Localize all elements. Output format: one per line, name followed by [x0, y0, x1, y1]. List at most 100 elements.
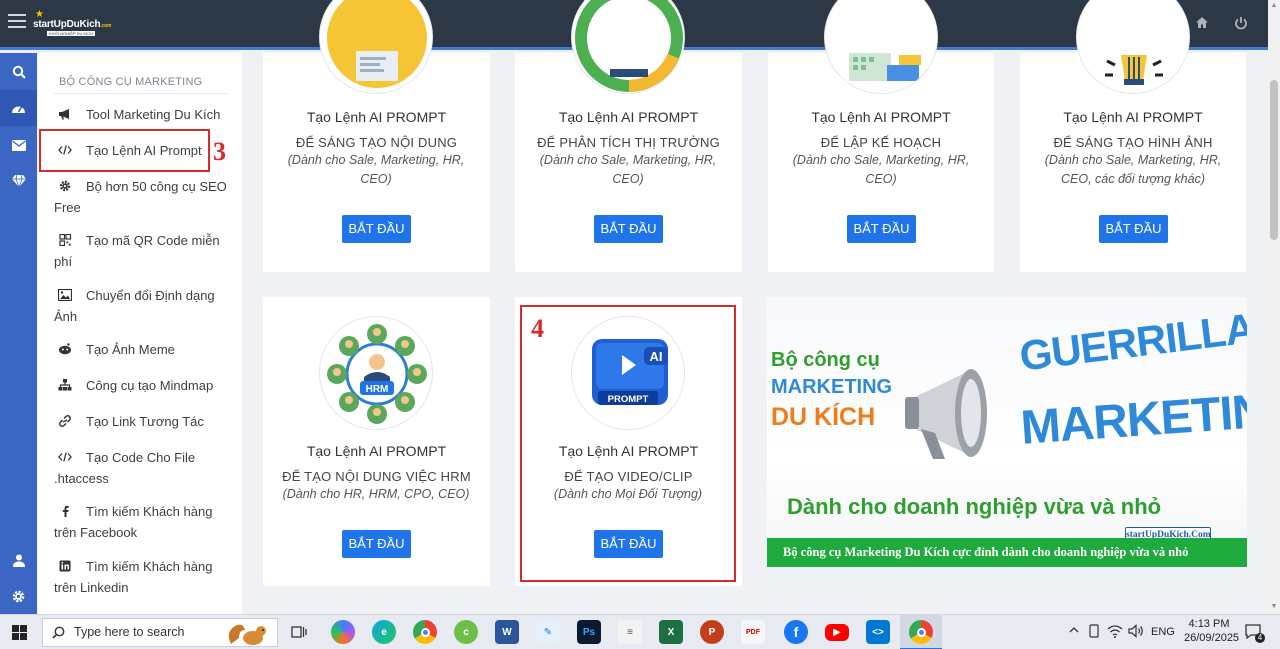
- page-scrollbar[interactable]: ▲ ▼: [1268, 0, 1280, 614]
- site-logo[interactable]: ★ startUpDuKich.com KHỞI NGHIỆP DU KÍCH: [33, 9, 115, 39]
- windows-start-icon[interactable]: [12, 625, 27, 640]
- sidebar-item-label: Tạo Ảnh Meme: [86, 342, 175, 357]
- sidebar-item-label: Tạo Code Cho File .htaccess: [54, 450, 196, 486]
- megaphone-icon: [905, 369, 987, 459]
- tray-device-icon[interactable]: [1088, 624, 1100, 641]
- task-view-icon[interactable]: [291, 624, 307, 640]
- sidebar-item-label: Tìm kiếm Khách hàng trên Facebook: [54, 504, 213, 540]
- rail-diamond-icon[interactable]: [0, 163, 37, 199]
- linkedin-icon: [59, 560, 71, 572]
- card-title: Tạo Lệnh AI PROMPT: [558, 109, 699, 125]
- start-button[interactable]: BẮT ĐẦU: [594, 215, 663, 243]
- card-subtitle: ĐỂ TẠO NỘI DUNG VIỆC HRM: [282, 469, 471, 484]
- banner-line3: DU KÍCH: [771, 403, 876, 431]
- notepad-app-icon[interactable]: ≡: [618, 620, 642, 644]
- annotation-number-3: 3: [213, 137, 226, 166]
- card-title: Tạo Lệnh AI PROMPT: [811, 109, 951, 125]
- start-button[interactable]: BẮT ĐẦU: [1099, 215, 1168, 243]
- market-analysis-illustration-icon: [571, 0, 685, 94]
- word-app-icon[interactable]: W: [495, 620, 519, 644]
- tray-clock[interactable]: 4:13 PM 26/09/2025: [1184, 618, 1240, 644]
- prompt-card-planning: Tạo Lệnh AI PROMPT ĐỂ LẬP KẾ HOẠCH (Dành…: [768, 0, 994, 272]
- active-chrome-taskbar-button[interactable]: [900, 615, 942, 649]
- annotation-highlight-box-3: [39, 129, 210, 172]
- photoshop-app-icon[interactable]: Ps: [577, 620, 601, 644]
- sidebar-item-label: Công cụ tạo Mindmap: [86, 378, 214, 393]
- youtube-app-icon[interactable]: ▶: [825, 624, 849, 641]
- sidebar-item-seo-tools[interactable]: Bộ hơn 50 công cụ SEO Free: [54, 176, 234, 218]
- tray-wifi-icon[interactable]: [1107, 624, 1123, 641]
- prompt-card-content: Tạo Lệnh AI PROMPT ĐỂ SÁNG TẠO NỘI DUNG …: [263, 0, 490, 272]
- logo-text: startUpDuKich: [33, 19, 101, 30]
- qr-icon: [59, 234, 72, 246]
- guerrilla-marketing-banner[interactable]: Bộ công cụ MARKETING DU KÍCH GUERRILLA M…: [767, 297, 1247, 567]
- hrm-illustration-icon: HRM: [319, 316, 433, 430]
- sidebar-item-label: Tạo mã QR Code miễn phí: [54, 233, 220, 269]
- annotation-highlight-box-4: [520, 305, 736, 582]
- card-title: Tạo Lệnh AI PROMPT: [306, 443, 447, 459]
- gear-icon: [59, 180, 71, 192]
- sidebar-item-label: Tìm kiếm Khách hàng trên Linkedin: [54, 559, 213, 595]
- reddit-icon: [59, 343, 71, 355]
- vscode-app-icon[interactable]: <>: [866, 620, 890, 644]
- edge-app-icon[interactable]: e: [372, 620, 396, 644]
- card-audience: (Dành cho Sale, Marketing, HR, CEO): [792, 153, 970, 186]
- tray-language[interactable]: ENG: [1151, 626, 1175, 638]
- planning-illustration-icon: [824, 0, 938, 94]
- card-subtitle: ĐỂ SÁNG TẠO HÌNH ẢNH: [1053, 135, 1213, 150]
- taskbar-search-input[interactable]: Type here to search: [42, 618, 278, 647]
- start-button[interactable]: BẮT ĐẦU: [342, 215, 411, 243]
- sitemap-icon: [58, 379, 72, 391]
- card-title: Tạo Lệnh AI PROMPT: [1063, 109, 1203, 125]
- sidebar-item-tool-marketing[interactable]: Tool Marketing Du Kích: [54, 104, 234, 125]
- sidebar-item-facebook-search[interactable]: Tìm kiếm Khách hàng trên Facebook: [54, 501, 234, 543]
- start-button[interactable]: BẮT ĐẦU: [342, 530, 411, 558]
- code-icon: [58, 452, 72, 462]
- hamburger-menu-icon[interactable]: [8, 14, 26, 30]
- annotation-number-4: 4: [531, 314, 544, 343]
- paint-app-icon[interactable]: ✎: [536, 620, 560, 644]
- prompt-card-hrm: HRM Tạo Lệnh AI PROMPT ĐỂ TẠO NỘI DUNG V…: [263, 297, 490, 586]
- power-icon[interactable]: [1233, 16, 1249, 32]
- rail-dashboard-icon[interactable]: [0, 90, 37, 126]
- facebook-app-icon[interactable]: f: [784, 620, 808, 644]
- sidebar-item-mindmap[interactable]: Công cụ tạo Mindmap: [54, 375, 234, 396]
- card-audience: (Dành cho HR, HRM, CPO, CEO): [282, 487, 470, 501]
- excel-app-icon[interactable]: X: [659, 620, 683, 644]
- sidebar-item-meme[interactable]: Tạo Ảnh Meme: [54, 339, 234, 360]
- card-audience: (Dành cho Sale, Marketing, HR, CEO): [539, 153, 717, 186]
- banner-tagline: Dành cho doanh nghiệp vừa và nhỏ: [787, 494, 1162, 519]
- rail-mail-icon[interactable]: [0, 127, 37, 163]
- prompt-card-image-creation: Tạo Lệnh AI PROMPT ĐỂ SÁNG TẠO HÌNH ẢNH …: [1020, 0, 1246, 272]
- sidebar-item-label: Chuyển đổi Định dạng Ảnh: [54, 288, 215, 324]
- rail-settings-icon[interactable]: [0, 578, 37, 614]
- tray-volume-icon[interactable]: [1128, 624, 1144, 641]
- taskbar-search-placeholder: Type here to search: [74, 625, 185, 639]
- rail-user-icon[interactable]: [0, 542, 37, 578]
- banner-big1: GUERRILLA: [1017, 304, 1247, 380]
- squirrel-search-highlight-icon: [228, 624, 266, 645]
- sidebar-item-qr-code[interactable]: Tạo mã QR Code miễn phí: [54, 230, 234, 272]
- sidebar-item-linkedin-search[interactable]: Tìm kiếm Khách hàng trên Linkedin: [54, 556, 234, 598]
- scroll-down-icon[interactable]: ▼: [1270, 603, 1278, 611]
- coccoc-app-icon[interactable]: c: [454, 620, 478, 644]
- content-creation-illustration-icon: [319, 0, 433, 94]
- pdf-app-icon[interactable]: PDF: [741, 620, 765, 644]
- powerpoint-app-icon[interactable]: P: [700, 620, 724, 644]
- chrome-app-icon[interactable]: [413, 620, 437, 644]
- tray-chevron-up-icon[interactable]: [1068, 624, 1080, 639]
- home-icon[interactable]: [1194, 16, 1210, 32]
- link-icon: [59, 415, 71, 427]
- start-button[interactable]: BẮT ĐẦU: [847, 215, 916, 243]
- sidebar-item-interactive-link[interactable]: Tạo Link Tương Tác: [54, 411, 234, 432]
- facebook-icon: [62, 505, 69, 517]
- rail-search-icon[interactable]: [0, 54, 37, 90]
- scroll-thumb[interactable]: [1270, 80, 1278, 240]
- scroll-up-icon[interactable]: ▲: [1270, 2, 1278, 10]
- card-subtitle: ĐỂ LẬP KẾ HOẠCH: [820, 135, 942, 150]
- sidebar-item-image-convert[interactable]: Chuyển đổi Định dạng Ảnh: [54, 285, 234, 327]
- banner-line1: Bộ công cụ: [771, 349, 880, 371]
- tray-date: 26/09/2025: [1184, 632, 1240, 644]
- sidebar-item-htaccess[interactable]: Tạo Code Cho File .htaccess: [54, 447, 234, 489]
- copilot-app-icon[interactable]: [331, 620, 355, 644]
